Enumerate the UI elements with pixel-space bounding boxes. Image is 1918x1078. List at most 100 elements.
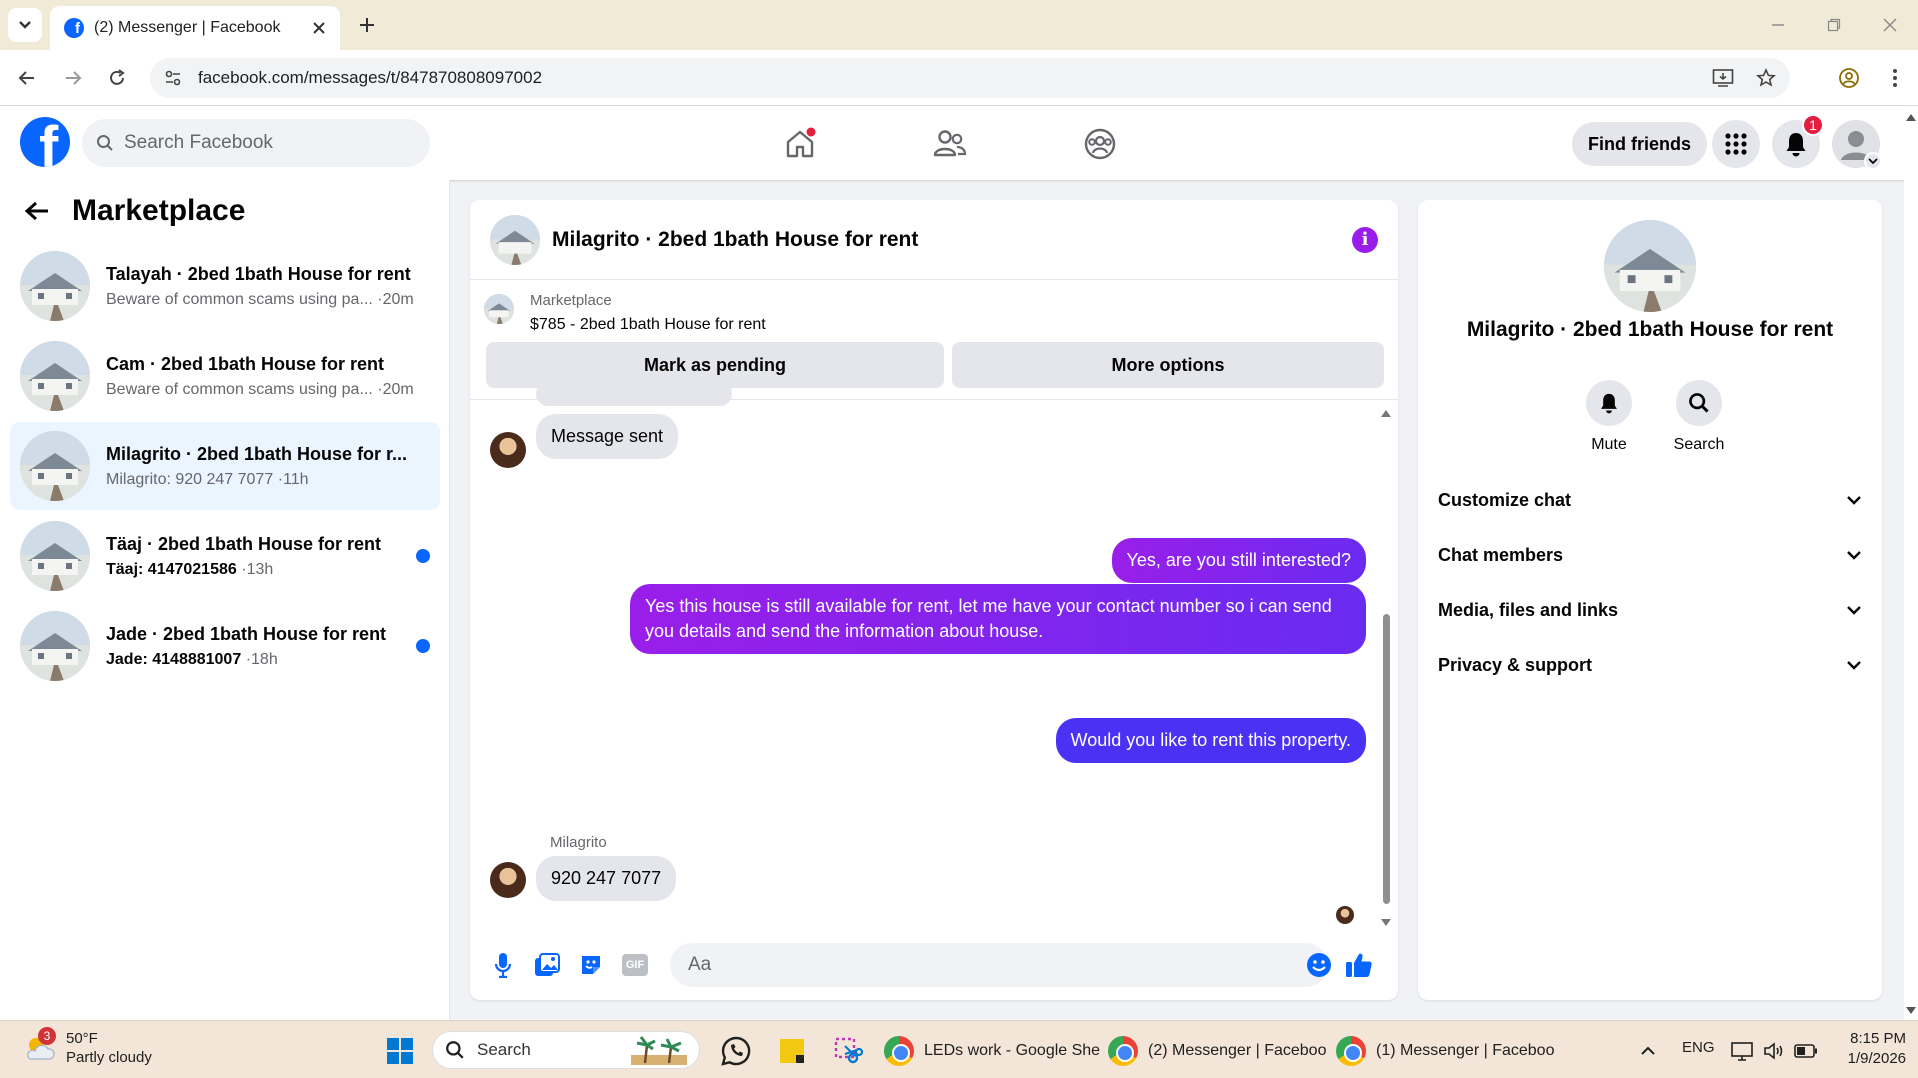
scroll-up-arrow-icon[interactable] [1904, 112, 1918, 122]
address-bar[interactable]: facebook.com/messages/t/847870808097002 [150, 58, 1790, 98]
info-icon[interactable]: i [1352, 226, 1378, 253]
chat-title[interactable]: Milagrito · 2bed 1bath House for rent [552, 228, 1352, 252]
voice-clip-button[interactable] [484, 946, 522, 984]
chat-avatar[interactable] [490, 214, 540, 265]
search-in-chat-button[interactable] [1676, 380, 1722, 426]
notifications-button[interactable]: 1 [1772, 114, 1824, 168]
close-tab-icon[interactable] [312, 21, 326, 35]
find-friends-button[interactable]: Find friends [1572, 122, 1707, 166]
media-files-links-section[interactable]: Media, files and links [1428, 584, 1872, 636]
start-button[interactable] [382, 1033, 418, 1069]
sender-avatar[interactable] [490, 432, 526, 468]
language-indicator[interactable]: ENG [1682, 1039, 1715, 1056]
sticky-notes-taskbar-button[interactable] [774, 1033, 810, 1069]
privacy-support-section[interactable]: Privacy & support [1428, 639, 1872, 691]
back-button[interactable] [12, 63, 42, 93]
conversation-item[interactable]: Talayah · 2bed 1bath House for rent Bewar… [10, 242, 440, 330]
weather-temp: 50°F [66, 1030, 98, 1047]
message-input[interactable] [670, 943, 1328, 987]
conversation-item[interactable]: Täaj · 2bed 1bath House for rent Täaj: 41… [10, 512, 440, 600]
chat-members-section[interactable]: Chat members [1428, 529, 1872, 581]
unread-dot [416, 549, 430, 563]
weather-condition: Partly cloudy [66, 1049, 152, 1066]
minimize-button[interactable] [1758, 10, 1798, 40]
page-scrollbar[interactable] [1904, 106, 1918, 1020]
taskbar-app-google-sheets[interactable]: LEDs work - Google She [884, 1033, 1100, 1069]
scroll-down-arrow-icon[interactable] [1904, 1006, 1918, 1016]
menu-button[interactable] [1712, 120, 1760, 168]
facebook-search[interactable] [82, 119, 430, 167]
home-nav-button[interactable] [780, 124, 820, 164]
mute-button[interactable] [1586, 380, 1632, 426]
bookmark-star-icon[interactable] [1756, 68, 1776, 88]
taskbar-clock[interactable]: 8:15 PM 1/9/2026 [1832, 1029, 1906, 1069]
conversation-text: Milagrito · 2bed 1bath House for r... Mil… [106, 444, 430, 489]
back-arrow-icon[interactable] [24, 200, 50, 222]
section-label: Media, files and links [1438, 599, 1619, 620]
groups-nav-button[interactable] [1080, 124, 1120, 164]
close-window-button[interactable] [1870, 10, 1910, 40]
taskbar-app-messenger-1[interactable]: (1) Messenger | Faceboo [1336, 1033, 1554, 1069]
customize-chat-section[interactable]: Customize chat [1428, 474, 1872, 526]
battery-button[interactable] [1788, 1033, 1824, 1069]
show-hidden-icons-button[interactable] [1630, 1033, 1666, 1069]
listing-title[interactable]: $785 - 2bed 1bath House for rent [530, 316, 766, 334]
tab-list-button[interactable] [8, 8, 42, 42]
house-image-icon [490, 214, 540, 265]
conversation-item[interactable]: Cam · 2bed 1bath House for rent Beware of… [10, 332, 440, 420]
account-chevron[interactable] [1864, 152, 1882, 170]
site-settings-icon[interactable] [164, 69, 182, 87]
volume-button[interactable] [1756, 1033, 1792, 1069]
browser-menu-button[interactable] [1880, 63, 1910, 93]
new-tab-button[interactable] [352, 10, 382, 40]
scroll-down-arrow-icon[interactable] [1380, 918, 1392, 928]
clock-date: 1/9/2026 [1847, 1050, 1906, 1067]
smiley-face-icon [1307, 953, 1331, 977]
taskbar-search[interactable]: Search [432, 1031, 700, 1069]
facebook-search-input[interactable] [124, 132, 404, 154]
conversation-item[interactable]: Jade · 2bed 1bath House for rent Jade: 41… [10, 602, 440, 690]
notification-badge: 1 [1802, 114, 1824, 136]
conversation-name: Jade · 2bed 1bath House for rent [106, 623, 387, 644]
mute-action[interactable]: Mute [1574, 380, 1644, 454]
chevron-down-icon [1847, 661, 1861, 670]
url-text[interactable]: facebook.com/messages/t/847870808097002 [198, 68, 1712, 88]
restore-button[interactable] [1814, 10, 1854, 40]
sticker-button[interactable] [572, 946, 610, 984]
bell-icon [1601, 393, 1617, 414]
network-button[interactable] [1724, 1033, 1760, 1069]
speaker-icon [1764, 1042, 1783, 1060]
conversation-item[interactable]: Milagrito · 2bed 1bath House for r... Mil… [10, 422, 440, 510]
browser-tab-bar: f (2) Messenger | Facebook [0, 0, 1918, 50]
friends-nav-button[interactable] [930, 124, 970, 164]
sender-avatar[interactable] [490, 862, 526, 898]
listing-thumbnail[interactable] [484, 294, 514, 324]
chat-scroll-thumb[interactable] [1383, 614, 1390, 904]
facebook-logo-icon[interactable]: f [20, 117, 70, 167]
contact-avatar[interactable] [1604, 220, 1696, 312]
taskbar-app-messenger-2[interactable]: (2) Messenger | Faceboo [1108, 1033, 1326, 1069]
install-app-icon[interactable] [1712, 68, 1734, 88]
palm-trees-search-highlight-icon [631, 1036, 687, 1065]
minimize-icon [1772, 24, 1784, 26]
scroll-up-arrow-icon[interactable] [1380, 408, 1392, 418]
emoji-button[interactable] [1304, 950, 1334, 980]
browser-tab-messenger[interactable]: f (2) Messenger | Facebook [50, 6, 340, 50]
gif-button[interactable]: GIF [616, 946, 654, 984]
account-button[interactable] [1832, 120, 1882, 170]
more-options-button[interactable]: More options [952, 342, 1384, 388]
forward-button[interactable] [58, 63, 88, 93]
bell-icon [1786, 133, 1806, 157]
like-button[interactable] [1340, 946, 1378, 984]
reload-button[interactable] [102, 63, 132, 93]
house-image-icon [20, 431, 90, 501]
weather-widget[interactable]: 3 50°F Partly cloudy [22, 1027, 152, 1067]
search-icon [1689, 393, 1709, 413]
search-action[interactable]: Search [1664, 380, 1734, 454]
attach-photo-button[interactable] [528, 946, 566, 984]
snipping-tool-taskbar-button[interactable] [830, 1033, 866, 1069]
profile-button[interactable] [1834, 63, 1864, 93]
chat-scrollbar[interactable] [1380, 408, 1392, 928]
conversation-text: Cam · 2bed 1bath House for rent Beware of… [106, 354, 430, 399]
whatsapp-taskbar-button[interactable] [718, 1033, 754, 1069]
